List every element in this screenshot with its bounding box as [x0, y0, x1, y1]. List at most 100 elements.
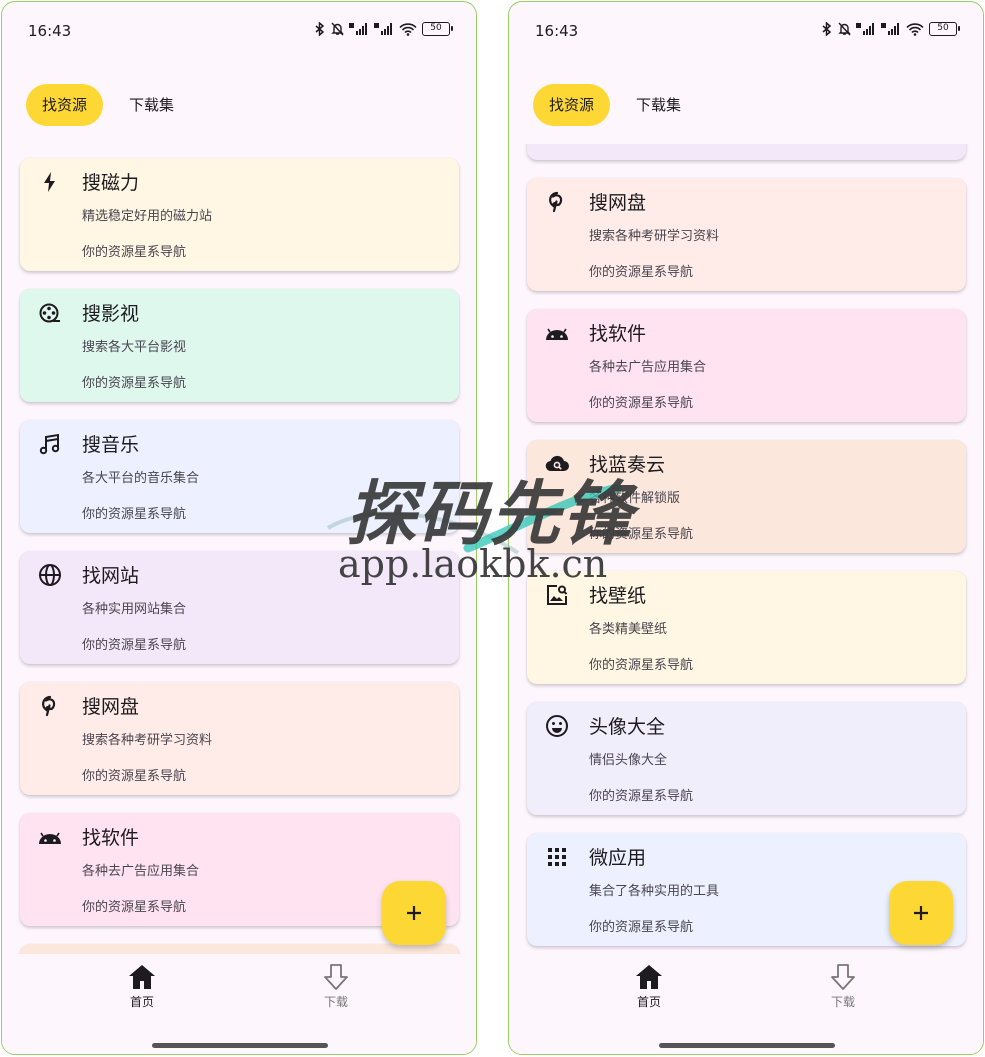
- card-website-finder[interactable]: [527, 144, 966, 160]
- card-avatar-collection[interactable]: 头像大全 情侣头像大全 你的资源星系导航: [527, 702, 966, 815]
- card-description: 各种软件解锁版: [589, 491, 681, 506]
- card-title: 找壁纸: [589, 585, 647, 607]
- bluetooth-icon: [315, 22, 325, 36]
- card-title: 头像大全: [589, 716, 666, 738]
- card-description: 各种去广告应用集合: [82, 864, 200, 879]
- card-title: 搜网盘: [589, 192, 647, 214]
- battery-icon: 50: [422, 22, 453, 36]
- signal-icon: [374, 23, 392, 35]
- card-footer: 你的资源星系导航: [82, 769, 187, 784]
- resource-list[interactable]: 搜磁力 精选稳定好用的磁力站 你的资源星系导航 搜影视 搜索各大平台影视 你的资…: [2, 144, 476, 954]
- card-footer: 你的资源星系导航: [82, 638, 187, 653]
- tab-find-resources[interactable]: 找资源: [533, 84, 611, 126]
- phone-screen-left: 16:43 50 找资源 下载集 搜磁力 精选稳定好用的磁力站 你的资源星系导航…: [1, 1, 477, 1055]
- card-description: 各种实用网站集合: [82, 602, 187, 617]
- card-title: 找蓝奏云: [589, 454, 666, 476]
- phone-screen-right: 16:43 50 找资源 下载集 搜网盘 搜索各种考研学习资料 你的资源星系导航…: [508, 1, 984, 1055]
- card-lanzou-finder[interactable]: 找蓝奏云 各种软件解锁版 你的资源星系导航: [527, 440, 966, 553]
- bottom-navigation: 首页 下载: [509, 955, 983, 1054]
- tab-download-collection[interactable]: 下载集: [113, 84, 190, 126]
- add-fab-button[interactable]: [889, 881, 953, 945]
- nav-home[interactable]: 首页: [609, 963, 689, 1010]
- card-title: 找软件: [82, 827, 140, 849]
- status-time: 16:43: [28, 22, 72, 40]
- image-search-icon: [545, 583, 569, 607]
- android-icon: [38, 825, 62, 849]
- card-title: 微应用: [589, 847, 647, 869]
- nav-download-label: 下载: [323, 995, 348, 1009]
- tab-find-resources[interactable]: 找资源: [26, 84, 104, 126]
- nav-home-label: 首页: [636, 995, 661, 1009]
- card-software-finder[interactable]: 找软件 各种去广告应用集合 你的资源星系导航: [527, 309, 966, 422]
- card-magnet-search[interactable]: 搜磁力 精选稳定好用的磁力站 你的资源星系导航: [20, 158, 459, 271]
- card-video-search[interactable]: 搜影视 搜索各大平台影视 你的资源星系导航: [20, 289, 459, 402]
- card-footer: 你的资源星系导航: [82, 900, 187, 915]
- nav-home[interactable]: 首页: [102, 963, 182, 1010]
- resource-list[interactable]: 搜网盘 搜索各种考研学习资料 你的资源星系导航 找软件 各种去广告应用集合 你的…: [509, 144, 983, 954]
- bolt-icon: [38, 170, 62, 194]
- card-description: 集合了各种实用的工具: [589, 884, 720, 899]
- card-music-search[interactable]: 搜音乐 各大平台的音乐集合 你的资源星系导航: [20, 420, 459, 533]
- battery-icon: 50: [929, 22, 960, 36]
- card-footer: 你的资源星系导航: [589, 265, 694, 280]
- cloud-search-icon: [545, 452, 569, 476]
- gesture-bar[interactable]: [659, 1043, 835, 1048]
- add-fab-button[interactable]: [382, 881, 446, 945]
- card-description: 各类精美壁纸: [589, 622, 668, 637]
- status-time: 16:43: [535, 22, 579, 40]
- card-netdisk-search[interactable]: 搜网盘 搜索各种考研学习资料 你的资源星系导航: [20, 682, 459, 795]
- signal-icon: [881, 23, 899, 35]
- android-icon: [545, 321, 569, 345]
- card-title: 搜音乐: [82, 434, 140, 456]
- card-footer: 你的资源星系导航: [82, 376, 187, 391]
- card-title: 搜磁力: [82, 172, 140, 194]
- download-arrow-icon: [324, 964, 348, 990]
- card-footer: 你的资源星系导航: [82, 507, 187, 522]
- globe-icon: [38, 563, 62, 587]
- download-arrow-icon: [831, 964, 855, 990]
- signal-icon: [856, 23, 874, 35]
- wifi-icon: [399, 22, 417, 36]
- smiley-icon: [545, 714, 569, 738]
- nav-download-label: 下载: [830, 995, 855, 1009]
- top-tabs: 找资源 下载集: [533, 84, 697, 126]
- status-bar: 16:43 50: [509, 2, 983, 60]
- status-icons: 50: [821, 22, 960, 36]
- card-wallpaper-finder[interactable]: 找壁纸 各类精美壁纸 你的资源星系导航: [527, 571, 966, 684]
- home-icon: [129, 965, 155, 989]
- tab-download-collection[interactable]: 下载集: [620, 84, 697, 126]
- card-footer: 你的资源星系导航: [589, 789, 694, 804]
- card-lanzou-finder[interactable]: 找蓝奏云 各种软件解锁版 你的资源星系导航: [20, 944, 459, 954]
- nav-download[interactable]: 下载: [296, 963, 376, 1010]
- card-description: 搜索各种考研学习资料: [82, 733, 213, 748]
- wifi-icon: [906, 22, 924, 36]
- home-icon: [636, 965, 662, 989]
- bluetooth-icon: [822, 22, 832, 36]
- gesture-bar[interactable]: [152, 1043, 328, 1048]
- card-description: 各种去广告应用集合: [589, 360, 707, 375]
- apps-grid-icon: [545, 845, 569, 869]
- status-icons: 50: [314, 22, 453, 36]
- bell-off-icon: [331, 22, 344, 36]
- status-bar: 16:43 50: [2, 2, 476, 60]
- card-footer: 你的资源星系导航: [589, 920, 694, 935]
- card-description: 情侣头像大全: [589, 753, 668, 768]
- signal-icon: [349, 23, 367, 35]
- plus-icon: [407, 906, 421, 920]
- pinterest-icon: [38, 694, 62, 718]
- nav-download[interactable]: 下载: [803, 963, 883, 1010]
- card-title: 搜影视: [82, 303, 140, 325]
- pinterest-icon: [545, 190, 569, 214]
- bottom-navigation: 首页 下载: [2, 955, 476, 1054]
- card-footer: 你的资源星系导航: [82, 245, 187, 260]
- card-title: 找软件: [589, 323, 647, 345]
- film-reel-icon: [38, 301, 62, 325]
- card-footer: 你的资源星系导航: [589, 527, 694, 542]
- bell-off-icon: [838, 22, 851, 36]
- card-netdisk-search[interactable]: 搜网盘 搜索各种考研学习资料 你的资源星系导航: [527, 178, 966, 291]
- music-note-icon: [38, 432, 62, 456]
- card-description: 搜索各种考研学习资料: [589, 229, 720, 244]
- card-website-finder[interactable]: 找网站 各种实用网站集合 你的资源星系导航: [20, 551, 459, 664]
- card-title: 找网站: [82, 565, 140, 587]
- card-footer: 你的资源星系导航: [589, 396, 694, 411]
